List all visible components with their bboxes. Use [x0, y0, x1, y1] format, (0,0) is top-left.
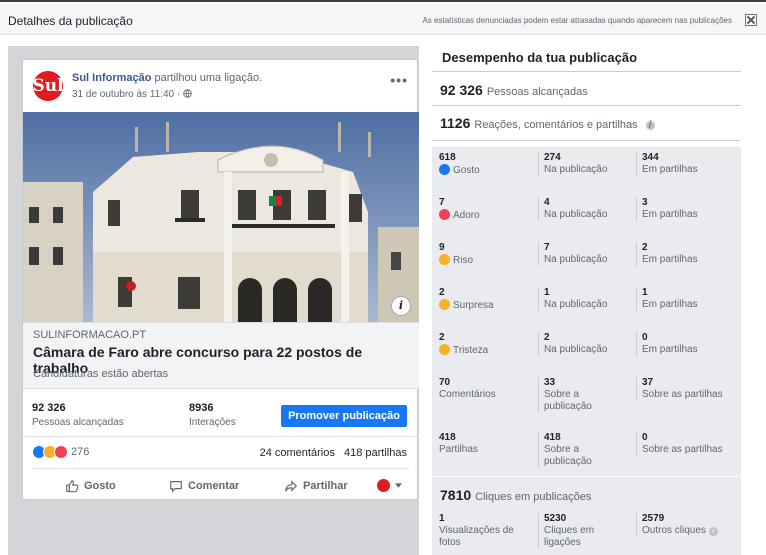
- performance-title: Desempenho da tua publicação: [442, 50, 638, 65]
- comment-button[interactable]: Comentar: [169, 479, 239, 493]
- reactions-summary[interactable]: 276: [32, 445, 89, 459]
- post-date[interactable]: 31 de outubro às 11:40 ·: [72, 89, 192, 100]
- stats-delay-note: As estatísticas denunciadas podem estar …: [422, 16, 732, 25]
- share-icon: [285, 480, 298, 492]
- comments-total: 70 Comentários: [439, 377, 496, 400]
- title-divider: [432, 71, 741, 72]
- likes-on-shares: 344 Em partilhas: [636, 152, 698, 176]
- caret-down-icon: [395, 483, 402, 488]
- engagement-info-icon[interactable]: i: [645, 120, 655, 131]
- haha-on-shares: 2 Em partilhas: [636, 242, 698, 266]
- town-hall-photo: [23, 112, 419, 322]
- like-reaction-icon: [439, 164, 450, 175]
- share-button[interactable]: Partilhar: [284, 479, 348, 493]
- page-avatar-small: [377, 479, 390, 492]
- post-clicks-value: 7810: [440, 487, 472, 503]
- sad-on-shares: 0 Em partilhas: [636, 332, 698, 356]
- haha-on-post: 7 Na publicação: [538, 242, 607, 266]
- likes-on-post: 274 Na publicação: [538, 152, 607, 176]
- performance-panel: Desempenho da tua publicação 92 326 Pesso…: [432, 46, 741, 555]
- engagement-value: 1126: [440, 115, 471, 131]
- reactions-breakdown: 618 Gosto 274 Na publicação 344 Em partilha…: [432, 147, 741, 476]
- haha-total: 9 Riso: [439, 242, 474, 266]
- page-avatar[interactable]: Sul: [32, 71, 64, 101]
- love-on-shares: 3 Em partilhas: [636, 197, 698, 221]
- info-icon[interactable]: i: [391, 296, 411, 316]
- post-actions-bar: Gosto Comentar Partilhar: [23, 473, 419, 499]
- photo-views: 1 Visualizações de fotos: [439, 513, 514, 548]
- actions-divider: [33, 468, 409, 469]
- comments-count-link[interactable]: 24 comentários: [260, 447, 335, 459]
- wow-on-shares: 1 Em partilhas: [636, 287, 698, 311]
- reach-divider: [432, 105, 741, 106]
- comment-label: Comentar: [188, 480, 240, 492]
- post-as-selector[interactable]: [377, 479, 402, 492]
- thumbs-up-icon: [66, 480, 79, 493]
- shares-on-shares: 0 Sobre as partilhas: [636, 432, 723, 456]
- post-date-text: 31 de outubro às 11:40 ·: [72, 89, 184, 100]
- promote-post-button[interactable]: Promover publicação: [281, 405, 407, 427]
- globe-icon: [183, 89, 192, 98]
- reach-value: 92 326: [32, 402, 66, 414]
- post-header: Sul Informação partilhou uma ligação.: [72, 72, 262, 84]
- link-clicks: 5230 Cliques em ligações: [538, 513, 628, 549]
- other-clicks: 2579 Outros cliques i: [636, 513, 718, 537]
- love-total: 7 Adoro: [439, 197, 480, 221]
- post-action-text: partilhou uma ligação.: [151, 72, 263, 84]
- wow-total: 2 Surpresa: [439, 287, 494, 311]
- link-preview-box[interactable]: SULINFORMACAO.PT Câmara de Faro abre con…: [23, 322, 419, 389]
- link-domain: SULINFORMACAO.PT: [33, 329, 147, 341]
- shares-total: 418 Partilhas: [439, 432, 478, 455]
- people-reached-value: 92 326: [440, 82, 483, 98]
- interactions-value: 8936: [189, 402, 214, 414]
- shares-on-post: 418 Sobre a publicação: [538, 432, 628, 468]
- sad-on-post: 2 Na publicação: [538, 332, 607, 356]
- sad-total: 2 Tristeza: [439, 332, 489, 356]
- dialog-header: Detalhes da publicação As estatísticas d…: [0, 4, 766, 35]
- close-icon[interactable]: [745, 14, 757, 26]
- post-clicks-label: Cliques em publicações: [475, 491, 592, 503]
- link-preview-image[interactable]: i: [23, 112, 419, 322]
- like-label: Gosto: [84, 480, 116, 492]
- reach-label: Pessoas alcançadas: [32, 417, 124, 428]
- dialog-title: Detalhes da publicação: [8, 14, 133, 28]
- stats-divider: [23, 436, 419, 437]
- surprised-reaction-icon: [439, 299, 450, 310]
- comment-icon: [170, 481, 182, 493]
- likes-total: 618 Gosto: [439, 152, 480, 176]
- post-clicks-total: 7810 Cliques em publicações: [440, 487, 591, 503]
- wow-on-post: 1 Na publicação: [538, 287, 607, 311]
- comments-on-post: 33 Sobre a publicação: [538, 377, 628, 413]
- people-reached-label: Pessoas alcançadas: [486, 86, 588, 98]
- love-reaction-icon: [54, 445, 68, 459]
- post-clicks-section: 7810 Cliques em publicações 1 Visualizaçõe…: [432, 477, 741, 555]
- link-description: Candidaturas estão abertas: [33, 368, 169, 380]
- heart-reaction-icon: [439, 209, 450, 220]
- more-options-button[interactable]: •••: [390, 72, 408, 88]
- sad-reaction-icon: [439, 344, 450, 355]
- love-on-post: 4 Na publicação: [538, 197, 607, 221]
- post-card: Sul Sul Informação partilhou uma ligação…: [22, 59, 419, 500]
- like-button[interactable]: Gosto: [65, 479, 116, 493]
- share-label: Partilhar: [303, 480, 348, 492]
- shares-count-link[interactable]: 418 partilhas: [344, 447, 407, 459]
- other-clicks-info-icon[interactable]: i: [708, 527, 718, 536]
- page-name-link[interactable]: Sul Informação: [72, 72, 151, 84]
- people-reached: 92 326 Pessoas alcançadas: [440, 82, 588, 98]
- laughing-reaction-icon: [439, 254, 450, 265]
- reactions-count: 276: [71, 446, 90, 458]
- engagement-counts: 24 comentários 418 partilhas: [260, 447, 407, 459]
- comments-on-shares: 37 Sobre as partilhas: [636, 377, 723, 401]
- interactions-label: Interações: [189, 417, 236, 428]
- engagement-total: 1126 Reações, comentários e partilhas i: [440, 115, 655, 131]
- engagement-divider: [432, 140, 741, 141]
- engagement-label: Reações, comentários e partilhas: [474, 119, 638, 131]
- post-preview-panel: Sul Sul Informação partilhou uma ligação…: [8, 46, 419, 555]
